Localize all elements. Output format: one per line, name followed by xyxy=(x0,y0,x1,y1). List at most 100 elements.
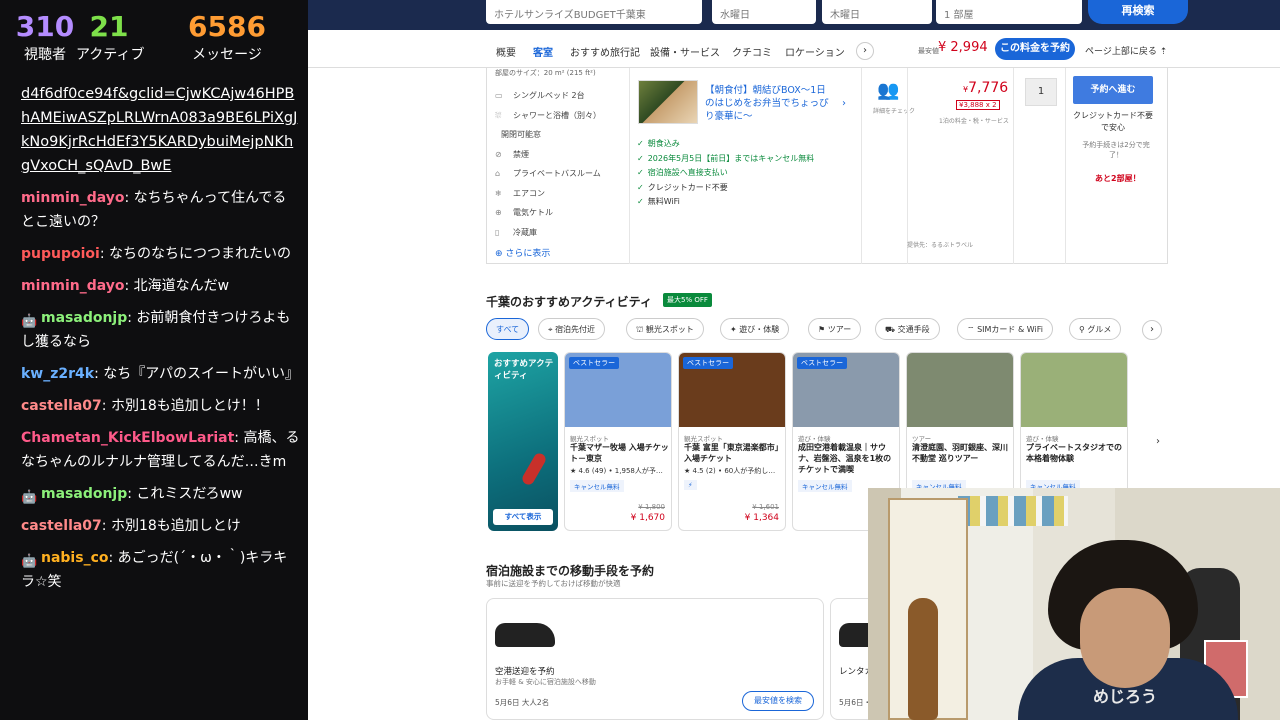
plan-condition: ✓ 宿泊施設へ直接支払い xyxy=(637,167,728,178)
amenity-icon: ▭ xyxy=(495,91,503,100)
divider xyxy=(1013,68,1014,264)
divider xyxy=(629,68,630,264)
condition-label: 2026年5月5日【前日】まではキャンセル無料 xyxy=(647,153,815,163)
checkout-field[interactable]: 木曜日 xyxy=(822,0,932,24)
re-search-button[interactable]: 再検索 xyxy=(1088,0,1188,24)
check-icon: ✓ xyxy=(637,182,644,192)
filter-chip[interactable]: ⛫ 観光スポット xyxy=(626,318,704,340)
filter-chip[interactable]: ⌖ 宿泊先付近 xyxy=(538,318,606,340)
book-button[interactable]: 予約へ進む xyxy=(1073,76,1153,104)
reserve-this-price-button[interactable]: この料金を予約 xyxy=(995,38,1075,60)
lowest-price-label: 最安値 xyxy=(918,47,939,55)
room-price-value: 7,776 xyxy=(968,80,1009,96)
plan-title-link[interactable]: 【朝食付】朝結びBOX〜1日のはじめをお弁当でちょっぴり豪華に〜 xyxy=(705,84,833,123)
chevron-right-icon[interactable]: › xyxy=(842,98,846,109)
search-lowest-button[interactable]: 最安値を検索 xyxy=(742,691,814,711)
chat-text: これミスだろww xyxy=(136,486,243,502)
condition-label: 朝食込み xyxy=(647,139,680,148)
filter-chip[interactable]: ⚑ ツアー xyxy=(808,318,862,340)
amenity-item: ⊕ 電気ケトル xyxy=(495,207,553,218)
tab-5[interactable]: ロケーション xyxy=(785,44,845,59)
filter-chip[interactable]: ✦ 遊び・体験 xyxy=(720,318,790,340)
plan-condition: ✓ クレジットカード不要 xyxy=(637,182,728,193)
chip-label: 交通手段 xyxy=(897,325,930,334)
transport-date: 5月6日・ xyxy=(839,698,872,707)
plan-condition: ✓ 無料WiFi xyxy=(637,196,680,207)
chip-label: 遊び・体験 xyxy=(739,325,780,334)
chat-username[interactable]: pupupoioi xyxy=(21,246,100,262)
show-more-link[interactable]: ⊕ さらに表示 xyxy=(495,246,550,259)
checkin-field[interactable]: 水曜日 xyxy=(712,0,816,24)
chat-username[interactable]: castella07 xyxy=(21,398,102,414)
amenity-icon: ▯ xyxy=(495,227,500,237)
chip-label: すべて xyxy=(496,325,520,334)
chat-username[interactable]: masadonjp xyxy=(41,310,127,326)
room-size: 部屋のサイズ：20 m² (215 ft²) xyxy=(495,69,596,77)
activity-card[interactable]: ベストセラー 観光スポット 千葉 富里「東京湯楽都市」入場チケット ★ 4.5 (2)… xyxy=(678,352,786,531)
filter-chip[interactable]: ⚲ グルメ xyxy=(1069,318,1122,340)
free-cancel-tag: キャンセル無料 xyxy=(570,480,624,492)
transport-card[interactable]: 空港送迎を予約 お手軽 & 安心に宿泊施設へ移動 5月6日 大人2名 最安値を検索 xyxy=(486,598,824,720)
chat-message: 🤖 masadonjp: これミスだろww xyxy=(21,482,300,506)
chips-next-icon[interactable]: › xyxy=(1142,320,1162,340)
chat-username[interactable]: castella07 xyxy=(21,518,102,534)
bot-badge-icon: 🤖 xyxy=(21,314,38,329)
activity-name: 成田空港着載温泉｜サウナ、岩盤浴、温泉を1枚のチケットで満喫 xyxy=(798,443,892,474)
chat-username[interactable]: nabis_co xyxy=(41,550,108,566)
activity-image xyxy=(907,353,1013,427)
condition-label: クレジットカード不要 xyxy=(647,182,728,192)
stream-chat-panel: 310 視聴者 21 アクティブ 6586 メッセージ d4f6df0ce94f… xyxy=(0,0,308,720)
room-quantity-select[interactable]: 1 xyxy=(1025,78,1057,106)
divider xyxy=(907,68,908,264)
tab-2[interactable]: おすすめ旅行記 xyxy=(570,44,640,59)
chat-username[interactable]: minmin_dayo xyxy=(21,190,125,206)
arrow-up-icon: ⇡ xyxy=(1159,47,1168,57)
chat-username[interactable]: kw_z2r4k xyxy=(21,366,94,382)
amenity-label: 冷蔵庫 xyxy=(513,227,537,237)
amenity-item: ❄ エアコン xyxy=(495,188,545,199)
chat-message: pupupoioi: なちのなちにつつまれたいの xyxy=(21,242,300,266)
transport-date: 5月6日 大人2名 xyxy=(495,698,550,707)
amenity-label: エアコン xyxy=(513,188,545,198)
filter-chip[interactable]: すべて xyxy=(486,318,530,340)
show-all-button[interactable]: すべて表示 xyxy=(493,509,553,525)
chat-text: 北海道なんだw xyxy=(133,278,230,294)
activity-card[interactable]: ベストセラー 観光スポット 千葉マザー牧場 入場チケット－東京 ★ 4.6 (49) … xyxy=(564,352,672,531)
screen: 310 視聴者 21 アクティブ 6586 メッセージ d4f6df0ce94f… xyxy=(0,0,1280,720)
filter-chip[interactable]: ⛟ 交通手段 xyxy=(875,318,940,340)
tabs-next-icon[interactable]: › xyxy=(856,42,874,60)
amenity-icon: ⊕ xyxy=(495,208,502,217)
chat-username[interactable]: Chametan_KickElbowLariat xyxy=(21,430,234,446)
free-cancel-tag: キャンセル無料 xyxy=(798,480,852,492)
back-to-top-link[interactable]: ページ上部に戻る ⇡ xyxy=(1085,44,1167,57)
car-image xyxy=(495,623,555,647)
tab-0[interactable]: 概要 xyxy=(496,44,516,59)
chip-label: 宿泊先付近 xyxy=(555,325,596,334)
price-breakdown: ¥3,888 x 2 xyxy=(956,100,1000,110)
chip-label: 観光スポット xyxy=(645,325,694,334)
amenity-item: ⛆ シャワーと浴槽（別々） xyxy=(495,110,601,121)
activity-name: 千葉 富里「東京湯楽都市」入場チケット xyxy=(684,443,783,463)
chat-colon: : xyxy=(124,278,134,294)
promo-card[interactable]: おすすめアクティビティ すべて表示 xyxy=(488,352,558,531)
chat-link-message[interactable]: d4f6df0ce94f&gclid=CjwKCAjw46HPBhAMEiwAS… xyxy=(21,82,300,178)
original-price: ¥ 1,601 xyxy=(752,503,779,511)
filter-chip[interactable]: ⌔ SIMカード & WiFi xyxy=(957,318,1053,340)
room-price: ¥7,776 xyxy=(963,80,1008,96)
chat-username[interactable]: masadonjp xyxy=(41,486,127,502)
chat-colon: : xyxy=(94,366,104,382)
chip-label: ツアー xyxy=(827,325,852,334)
tab-1[interactable]: 客室 xyxy=(533,44,553,59)
sale-price: ¥ 1,670 xyxy=(630,513,665,523)
destination-field[interactable]: ホテルサンライズBUDGET千葉東 xyxy=(486,0,702,24)
tab-4[interactable]: クチコミ xyxy=(732,44,772,59)
original-price: ¥ 1,800 xyxy=(638,503,665,511)
chat-message: minmin_dayo: なちちゃんって住んでるとこ遠いの？ xyxy=(21,186,300,234)
room-card: 部屋のサイズ：20 m² (215 ft²) ▭ シングルベッド 2台 ⛆ シャワーと… xyxy=(486,68,1168,264)
tab-3[interactable]: 設備・サービス xyxy=(650,44,720,59)
cards-next-icon[interactable]: › xyxy=(1148,432,1168,452)
bot-badge-icon: 🤖 xyxy=(21,490,38,505)
chat-username[interactable]: minmin_dayo xyxy=(21,278,125,294)
rooms-field[interactable]: 1 部屋 xyxy=(936,0,1082,24)
amenity-item: ⊘ 禁煙 xyxy=(495,149,529,160)
